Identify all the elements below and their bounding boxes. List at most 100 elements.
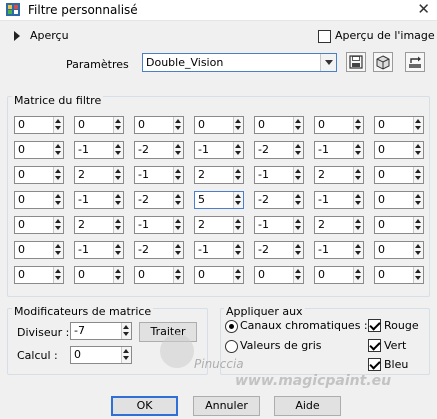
spinner-arrows-icon[interactable] — [173, 267, 183, 283]
spinner-arrows-icon[interactable] — [413, 267, 423, 283]
preset-options-button[interactable] — [373, 52, 393, 72]
spinner-arrows-icon[interactable] — [121, 347, 131, 363]
apercu-label[interactable]: Aperçu — [30, 29, 69, 42]
image-preview-checkbox[interactable] — [318, 30, 331, 43]
expand-arrow-icon[interactable] — [14, 31, 20, 41]
spinner-arrows-icon[interactable] — [113, 117, 123, 133]
spinner-arrows-icon[interactable] — [173, 192, 183, 208]
spinner-arrows-icon[interactable] — [413, 117, 423, 133]
diviseur-spinner[interactable]: -7 — [70, 322, 132, 340]
matrix-cell-0-3[interactable]: 0 — [194, 116, 244, 134]
matrix-cell-3-1[interactable]: -1 — [74, 191, 124, 209]
spinner-arrows-icon[interactable] — [353, 192, 363, 208]
spinner-arrows-icon[interactable] — [353, 117, 363, 133]
spinner-arrows-icon[interactable] — [353, 242, 363, 258]
spinner-arrows-icon[interactable] — [113, 192, 123, 208]
spinner-arrows-icon[interactable] — [413, 167, 423, 183]
spinner-arrows-icon[interactable] — [233, 267, 243, 283]
bleu-checkbox[interactable] — [368, 358, 381, 371]
vert-checkbox[interactable] — [368, 339, 381, 352]
matrix-cell-5-5[interactable]: -1 — [314, 241, 364, 259]
ok-button[interactable]: OK — [111, 396, 178, 416]
matrix-cell-4-0[interactable]: 0 — [14, 216, 64, 234]
spinner-arrows-icon[interactable] — [353, 267, 363, 283]
gray-values-radio[interactable] — [225, 340, 238, 353]
matrix-cell-5-6[interactable]: 0 — [374, 241, 424, 259]
cancel-button[interactable]: Annuler — [193, 396, 260, 416]
matrix-cell-2-5[interactable]: 2 — [314, 166, 364, 184]
matrix-cell-1-5[interactable]: -1 — [314, 141, 364, 159]
spinner-arrows-icon[interactable] — [413, 142, 423, 158]
spinner-arrows-icon[interactable] — [173, 167, 183, 183]
spinner-arrows-icon[interactable] — [53, 242, 63, 258]
spinner-arrows-icon[interactable] — [353, 217, 363, 233]
matrix-cell-4-4[interactable]: -1 — [254, 216, 304, 234]
reset-button[interactable] — [405, 52, 425, 72]
spinner-arrows-icon[interactable] — [113, 267, 123, 283]
matrix-cell-4-1[interactable]: 2 — [74, 216, 124, 234]
matrix-cell-2-3[interactable]: 2 — [194, 166, 244, 184]
spinner-arrows-icon[interactable] — [53, 267, 63, 283]
spinner-arrows-icon[interactable] — [293, 117, 303, 133]
matrix-cell-6-1[interactable]: 0 — [74, 266, 124, 284]
matrix-cell-1-4[interactable]: -2 — [254, 141, 304, 159]
matrix-cell-2-4[interactable]: -1 — [254, 166, 304, 184]
spinner-arrows-icon[interactable] — [173, 117, 183, 133]
matrix-cell-6-2[interactable]: 0 — [134, 266, 184, 284]
help-button[interactable]: Aide — [274, 396, 341, 416]
matrix-cell-3-6[interactable]: 0 — [374, 191, 424, 209]
spinner-arrows-icon[interactable] — [233, 142, 243, 158]
spinner-arrows-icon[interactable] — [293, 242, 303, 258]
channels-radio[interactable] — [225, 320, 238, 333]
matrix-cell-2-6[interactable]: 0 — [374, 166, 424, 184]
matrix-cell-0-4[interactable]: 0 — [254, 116, 304, 134]
spinner-arrows-icon[interactable] — [113, 142, 123, 158]
close-icon[interactable]: ✕ — [417, 0, 430, 18]
calcul-spinner[interactable]: 0 — [70, 346, 132, 364]
chevron-down-icon[interactable] — [320, 54, 336, 71]
matrix-cell-4-3[interactable]: 2 — [194, 216, 244, 234]
matrix-cell-5-2[interactable]: -2 — [134, 241, 184, 259]
spinner-arrows-icon[interactable] — [53, 192, 63, 208]
spinner-arrows-icon[interactable] — [53, 117, 63, 133]
spinner-arrows-icon[interactable] — [53, 217, 63, 233]
spinner-arrows-icon[interactable] — [233, 217, 243, 233]
matrix-cell-0-1[interactable]: 0 — [74, 116, 124, 134]
matrix-cell-5-1[interactable]: -1 — [74, 241, 124, 259]
matrix-cell-4-6[interactable]: 0 — [374, 216, 424, 234]
spinner-arrows-icon[interactable] — [173, 142, 183, 158]
matrix-cell-2-0[interactable]: 0 — [14, 166, 64, 184]
spinner-arrows-icon[interactable] — [173, 217, 183, 233]
spinner-arrows-icon[interactable] — [413, 192, 423, 208]
matrix-cell-0-6[interactable]: 0 — [374, 116, 424, 134]
spinner-arrows-icon[interactable] — [413, 242, 423, 258]
matrix-cell-1-2[interactable]: -2 — [134, 141, 184, 159]
matrix-cell-6-4[interactable]: 0 — [254, 266, 304, 284]
matrix-cell-0-2[interactable]: 0 — [134, 116, 184, 134]
spinner-arrows-icon[interactable] — [113, 167, 123, 183]
matrix-cell-0-0[interactable]: 0 — [14, 116, 64, 134]
spinner-arrows-icon[interactable] — [233, 242, 243, 258]
spinner-arrows-icon[interactable] — [293, 167, 303, 183]
matrix-cell-4-5[interactable]: 2 — [314, 216, 364, 234]
spinner-arrows-icon[interactable] — [233, 117, 243, 133]
matrix-cell-6-5[interactable]: 0 — [314, 266, 364, 284]
spinner-arrows-icon[interactable] — [233, 167, 243, 183]
matrix-cell-6-0[interactable]: 0 — [14, 266, 64, 284]
matrix-cell-4-2[interactable]: -1 — [134, 216, 184, 234]
matrix-cell-1-1[interactable]: -1 — [74, 141, 124, 159]
matrix-cell-3-5[interactable]: -1 — [314, 191, 364, 209]
spinner-arrows-icon[interactable] — [353, 142, 363, 158]
spinner-arrows-icon[interactable] — [113, 217, 123, 233]
spinner-arrows-icon[interactable] — [293, 142, 303, 158]
spinner-arrows-icon[interactable] — [113, 242, 123, 258]
preset-combobox[interactable]: Double_Vision — [142, 53, 337, 72]
matrix-cell-1-0[interactable]: 0 — [14, 141, 64, 159]
matrix-cell-5-3[interactable]: -1 — [194, 241, 244, 259]
spinner-arrows-icon[interactable] — [233, 192, 243, 208]
matrix-cell-3-3[interactable]: 5 — [194, 191, 244, 209]
spinner-arrows-icon[interactable] — [173, 242, 183, 258]
save-preset-button[interactable] — [346, 52, 366, 72]
spinner-arrows-icon[interactable] — [293, 192, 303, 208]
matrix-cell-3-4[interactable]: -2 — [254, 191, 304, 209]
